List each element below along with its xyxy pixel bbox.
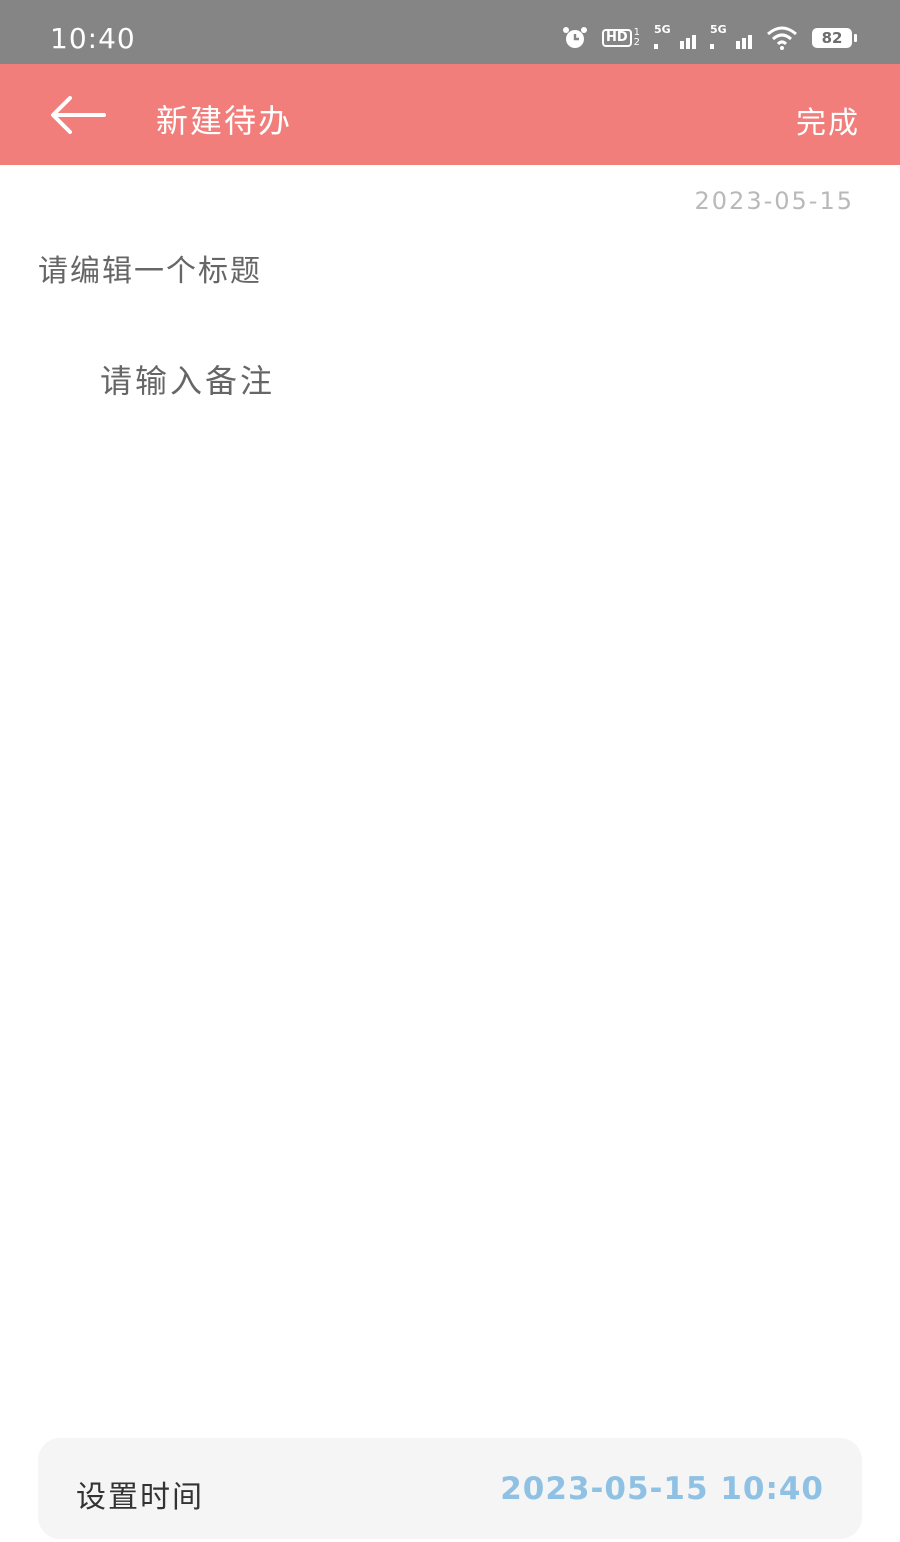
battery-icon: 82 [812,28,857,48]
network-label: 5G [654,23,671,36]
set-time-label: 设置时间 [76,1480,204,1515]
signal-5g-icon: 5G [654,23,696,49]
back-button[interactable] [48,92,108,138]
arrow-left-icon [51,96,106,134]
status-bar: 10:40 HD 1 2 5G 5G 82 [0,0,900,64]
hd-sub-bottom: 2 [633,37,640,48]
set-time-row[interactable]: 设置时间 2023-05-15 10:40 [38,1438,862,1539]
hd-label: HD [601,29,632,47]
done-button[interactable]: 完成 [796,98,860,142]
created-date: 2023-05-15 [694,187,854,215]
title-input[interactable] [38,246,858,296]
app-bar: 新建待办 完成 [0,64,900,165]
set-time-value[interactable]: 2023-05-15 10:40 [500,1471,824,1507]
page-title: 新建待办 [156,102,293,140]
signal-5g-icon: 5G [710,23,752,49]
hd-icon: HD 1 2 [601,28,640,48]
alarm-icon [562,25,588,51]
note-input[interactable] [100,356,840,1396]
status-time: 10:40 [50,22,136,55]
status-icons: HD 1 2 5G 5G 82 [562,23,857,52]
wifi-icon [766,26,798,50]
screen: 10:40 HD 1 2 5G 5G 82 新建待办 完成 2023-05-15… [0,0,900,1542]
network-label: 5G [710,23,727,36]
